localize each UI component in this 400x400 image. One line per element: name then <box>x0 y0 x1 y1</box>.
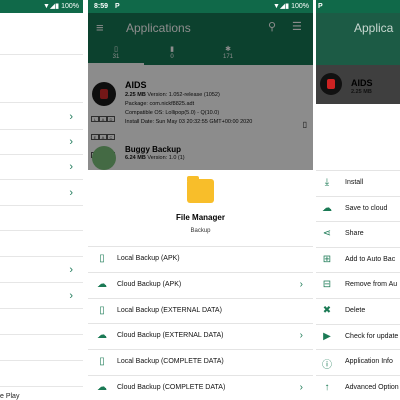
option-advanced-options[interactable]: ↑ Advanced Option <box>316 375 400 400</box>
list-item[interactable] <box>0 336 83 361</box>
option-save-to-cloud[interactable]: ☁ Save to cloud <box>316 196 400 221</box>
option-cloud-backup-external[interactable]: ☁ Cloud Backup (EXTERNAL DATA) › <box>88 323 313 348</box>
status-icons: ▼◢▮ 100% <box>42 3 79 10</box>
p-icon: P <box>318 3 323 10</box>
status-bar: ▼◢▮ 100% <box>0 0 83 13</box>
list-item[interactable] <box>0 206 83 231</box>
chevron-right-icon: › <box>69 264 73 276</box>
phone-icon: ▯ <box>99 305 105 316</box>
chevron-right-icon: › <box>299 382 303 393</box>
p-icon: P <box>115 3 120 10</box>
info-icon: ⓘ <box>322 360 332 371</box>
app-name: AIDS <box>351 78 373 88</box>
list-item[interactable]: › <box>0 155 83 180</box>
footer-text: e Play <box>0 393 20 400</box>
chevron-right-icon: › <box>69 161 73 173</box>
list-item[interactable]: › <box>0 181 83 206</box>
list-item[interactable]: › <box>0 258 83 283</box>
option-local-backup-apk[interactable]: ▯ Local Backup (APK) <box>88 246 313 271</box>
cloud-upload-icon: ☁ <box>322 203 332 214</box>
phone-icon: ▯ <box>99 253 105 264</box>
option-local-backup-complete[interactable]: ▯ Local Backup (COMPLETE DATA) <box>88 349 313 374</box>
scrim-overlay[interactable] <box>88 13 313 170</box>
option-cloud-backup-complete[interactable]: ☁ Cloud Backup (COMPLETE DATA) › <box>88 375 313 400</box>
option-share[interactable]: ⋖ Share <box>316 221 400 246</box>
page-title: Applica <box>354 21 394 35</box>
list-item[interactable]: AIDS 2.25 MB <box>316 65 400 104</box>
play-store-icon: ▶ <box>323 331 331 342</box>
option-install[interactable]: ⤓ Install <box>316 170 400 195</box>
tab-bar <box>316 43 400 65</box>
option-delete[interactable]: ✖ Delete <box>316 298 400 323</box>
right-panel: P Applica AIDS 2.25 MB ⤓ Install ☁ Save … <box>316 0 400 400</box>
chevron-right-icon: › <box>69 136 73 148</box>
chevron-right-icon: › <box>69 111 73 123</box>
app-size: 2.25 MB <box>351 89 372 95</box>
left-panel: ▼◢▮ 100% › › › › › › e Play <box>0 0 83 400</box>
cloud-upload-icon: ☁ <box>97 382 107 393</box>
list-item[interactable] <box>0 362 83 387</box>
share-icon: ⋖ <box>322 228 332 239</box>
option-cloud-backup-apk[interactable]: ☁ Cloud Backup (APK) › <box>88 272 313 297</box>
bottom-sheet: File Manager Backup ▯ Local Backup (APK)… <box>88 170 313 400</box>
folder-icon <box>187 176 214 203</box>
app-icon <box>320 73 342 95</box>
option-application-info[interactable]: ⓘ Application Info <box>316 349 400 374</box>
arrow-up-icon: ↑ <box>324 382 330 393</box>
list-item[interactable] <box>0 310 83 335</box>
status-bar: 8:59 P ▼◢▮ 100% <box>88 0 313 13</box>
option-add-to-auto-backup[interactable]: ⊞ Add to Auto Bac <box>316 247 400 272</box>
middle-panel: 8:59 P ▼◢▮ 100% ≡ Applications ⚲ ☰ ▯ 31 … <box>88 0 313 400</box>
list-item[interactable]: › <box>0 284 83 309</box>
chevron-right-icon: › <box>299 279 303 290</box>
remove-icon: ⊟ <box>322 279 332 290</box>
app-bar: Applica <box>316 13 400 43</box>
chevron-right-icon: › <box>69 187 73 199</box>
option-check-for-update[interactable]: ▶ Check for update <box>316 324 400 349</box>
install-icon: ⤓ <box>324 177 330 188</box>
list-item[interactable]: › <box>0 105 83 130</box>
phone-icon: ▯ <box>99 356 105 367</box>
option-local-backup-external[interactable]: ▯ Local Backup (EXTERNAL DATA) <box>88 298 313 323</box>
option-remove-from-auto-backup[interactable]: ⊟ Remove from Au <box>316 272 400 297</box>
cloud-upload-icon: ☁ <box>97 330 107 341</box>
chevron-right-icon: › <box>299 330 303 341</box>
delete-icon: ✖ <box>322 305 332 316</box>
sheet-subtitle: Backup <box>190 228 211 234</box>
chevron-right-icon: › <box>69 290 73 302</box>
cloud-upload-icon: ☁ <box>97 279 107 290</box>
add-icon: ⊞ <box>322 254 332 265</box>
list-item[interactable] <box>0 232 83 257</box>
status-time: 8:59 <box>94 3 109 10</box>
status-bar: P <box>316 0 400 13</box>
sheet-title: File Manager <box>176 213 225 222</box>
list-item[interactable]: › <box>0 130 83 155</box>
list-item[interactable] <box>0 30 83 55</box>
status-icons: ▼◢▮ 100% <box>272 3 309 10</box>
list-item[interactable] <box>0 78 83 103</box>
